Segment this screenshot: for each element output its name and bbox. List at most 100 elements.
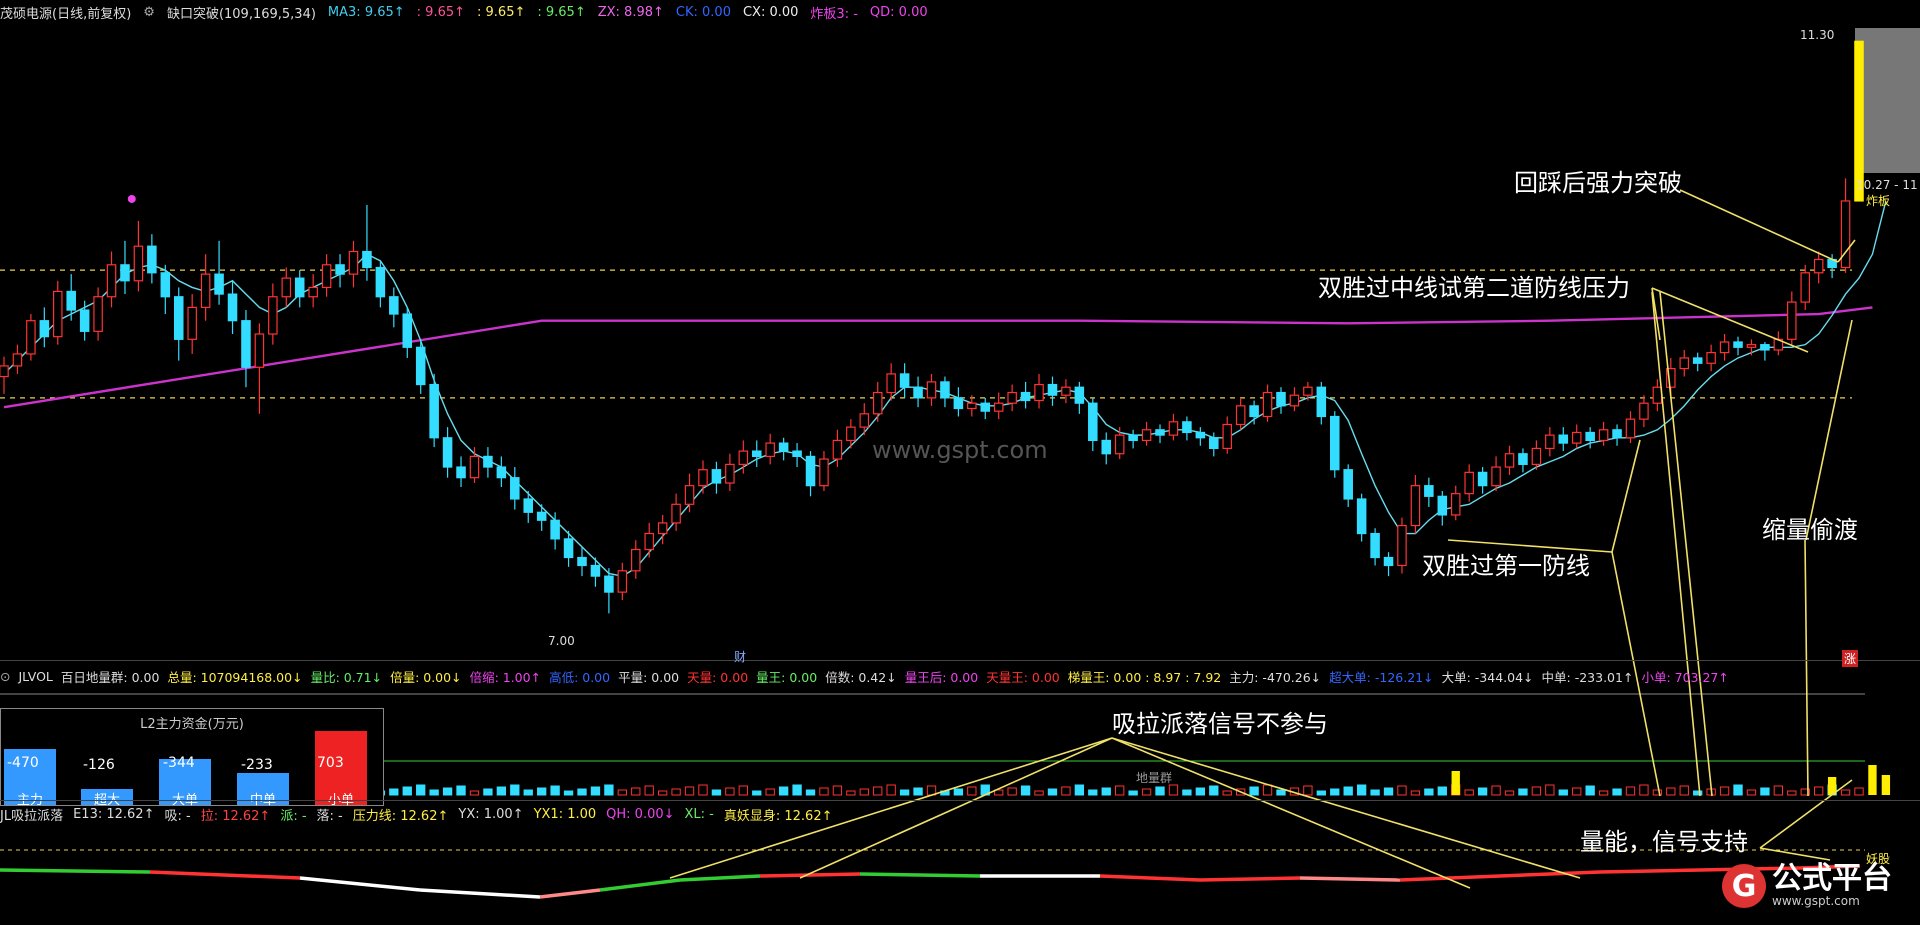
candle [1639, 402, 1649, 420]
candle [577, 556, 587, 567]
dadan-value: 大单: -344.04↓ [1441, 669, 1534, 685]
volume-bar [1504, 790, 1515, 796]
candle [106, 264, 117, 298]
candle [698, 469, 708, 487]
volume-bar [1840, 789, 1851, 796]
candle [294, 277, 305, 298]
l2-value-xiaodan: 703 [317, 755, 344, 771]
chaoda-value: 超大单: -126.21↓ [1329, 669, 1434, 685]
signal-line-segment [1099, 874, 1201, 882]
stock-name[interactable]: 茂硕电源(日线,前复权) [0, 3, 131, 22]
volume-bar [550, 785, 560, 796]
candle [926, 381, 937, 399]
candle [1114, 434, 1125, 455]
zhaban-tag: 炸板 [1866, 194, 1891, 208]
brand-logo: G 公式平台 www.gspt.com [1722, 860, 1892, 912]
l2-title: L2主力资金(万元) [140, 717, 244, 732]
cai-marker[interactable]: 财 [734, 648, 746, 665]
volume-bar [1047, 788, 1058, 796]
candle [1316, 386, 1327, 418]
candle [550, 519, 560, 540]
signal-line-segment [1499, 870, 1601, 878]
volume-bar [1141, 788, 1152, 796]
luo-value: 落: - [316, 808, 343, 824]
candle [496, 466, 507, 479]
candle [536, 511, 547, 521]
tianliang-value: 天量: 0.00 [687, 669, 749, 685]
candle [1329, 415, 1340, 471]
annotation-line-5 [1651, 291, 1701, 797]
candle [1168, 421, 1179, 436]
candle [1450, 493, 1461, 516]
candle [160, 272, 171, 298]
volume-bar [496, 786, 507, 796]
volume-bar [1343, 786, 1353, 796]
qd-value: QD: 0.00 [869, 4, 928, 20]
candle [227, 293, 238, 322]
candle [1531, 447, 1542, 465]
volume-bar [765, 788, 775, 796]
candle [214, 273, 224, 295]
collapse-icon[interactable]: ⊙ [0, 669, 10, 684]
pai-value: 派: - [280, 808, 307, 824]
la-value: 拉: 12.62↑ [200, 808, 271, 824]
candle [1491, 466, 1501, 487]
vol-indicator-name[interactable]: JLVOL [18, 669, 52, 684]
annotation-diyi-fangxian: 双胜过第一防线 [1422, 552, 1590, 580]
dilianggun-label: 地量群 [1136, 771, 1173, 785]
candle [523, 498, 534, 513]
candle [281, 277, 292, 298]
volume-bar [1168, 784, 1179, 796]
volume-bar [631, 787, 641, 796]
l2-value-zhongdan: -233 [241, 757, 273, 773]
xi-value: 吸: - [164, 808, 191, 824]
signal-line-segment [1199, 876, 1301, 882]
candle [751, 450, 762, 457]
settings-icon[interactable]: ⚙ [143, 5, 155, 20]
volume-bar [1303, 785, 1313, 796]
volume-bar [442, 787, 453, 796]
candle [1800, 272, 1810, 303]
volume-bar [577, 788, 587, 796]
volume-bar [1034, 790, 1044, 796]
annotation-zhongxian: 双胜过中线试第二道防线压力 [1318, 274, 1630, 302]
candle [1679, 357, 1690, 370]
candle [1383, 556, 1394, 567]
volume-bar [1330, 788, 1340, 796]
volume-bar [590, 786, 601, 796]
candle [1034, 383, 1044, 402]
zhang-marker[interactable]: 涨 [1842, 650, 1859, 667]
volume-bar [1276, 789, 1286, 796]
volume-bar [886, 784, 896, 796]
ind-indicator-name[interactable]: JL吸拉派落 [0, 805, 63, 824]
volume-bar [899, 789, 910, 796]
volume-bar [1249, 786, 1259, 796]
volume-bar [1518, 788, 1528, 796]
zhuli-value: 主力: -470.26↓ [1229, 669, 1322, 685]
cx-value: CX: 0.00 [742, 4, 799, 20]
candle [993, 402, 1004, 412]
volume-bar [469, 790, 480, 796]
indicator-name[interactable]: 缺口突破(109,169,5,34) [167, 3, 316, 22]
signal-line-segment [539, 888, 601, 899]
candle [1061, 386, 1071, 396]
candle [872, 391, 883, 415]
volume-bar [416, 784, 426, 796]
annotation-xila-paituo: 吸拉派落信号不参与 [1112, 710, 1328, 738]
volume-bar [1814, 786, 1824, 796]
candle [1276, 391, 1286, 407]
candle [375, 266, 386, 298]
candle [846, 426, 856, 442]
candle [1692, 357, 1703, 364]
price-low-label: 7.00 [548, 634, 575, 648]
signal-line-segment [419, 888, 541, 899]
candle [1477, 471, 1488, 487]
candle [348, 250, 359, 275]
candle [1195, 431, 1206, 439]
volume-bar [1477, 787, 1488, 796]
v2-value: : 9.65↑ [416, 4, 466, 20]
candle [980, 402, 991, 412]
candle [1047, 383, 1058, 396]
volume-bar [1733, 784, 1743, 796]
volume-bar [1397, 785, 1407, 796]
